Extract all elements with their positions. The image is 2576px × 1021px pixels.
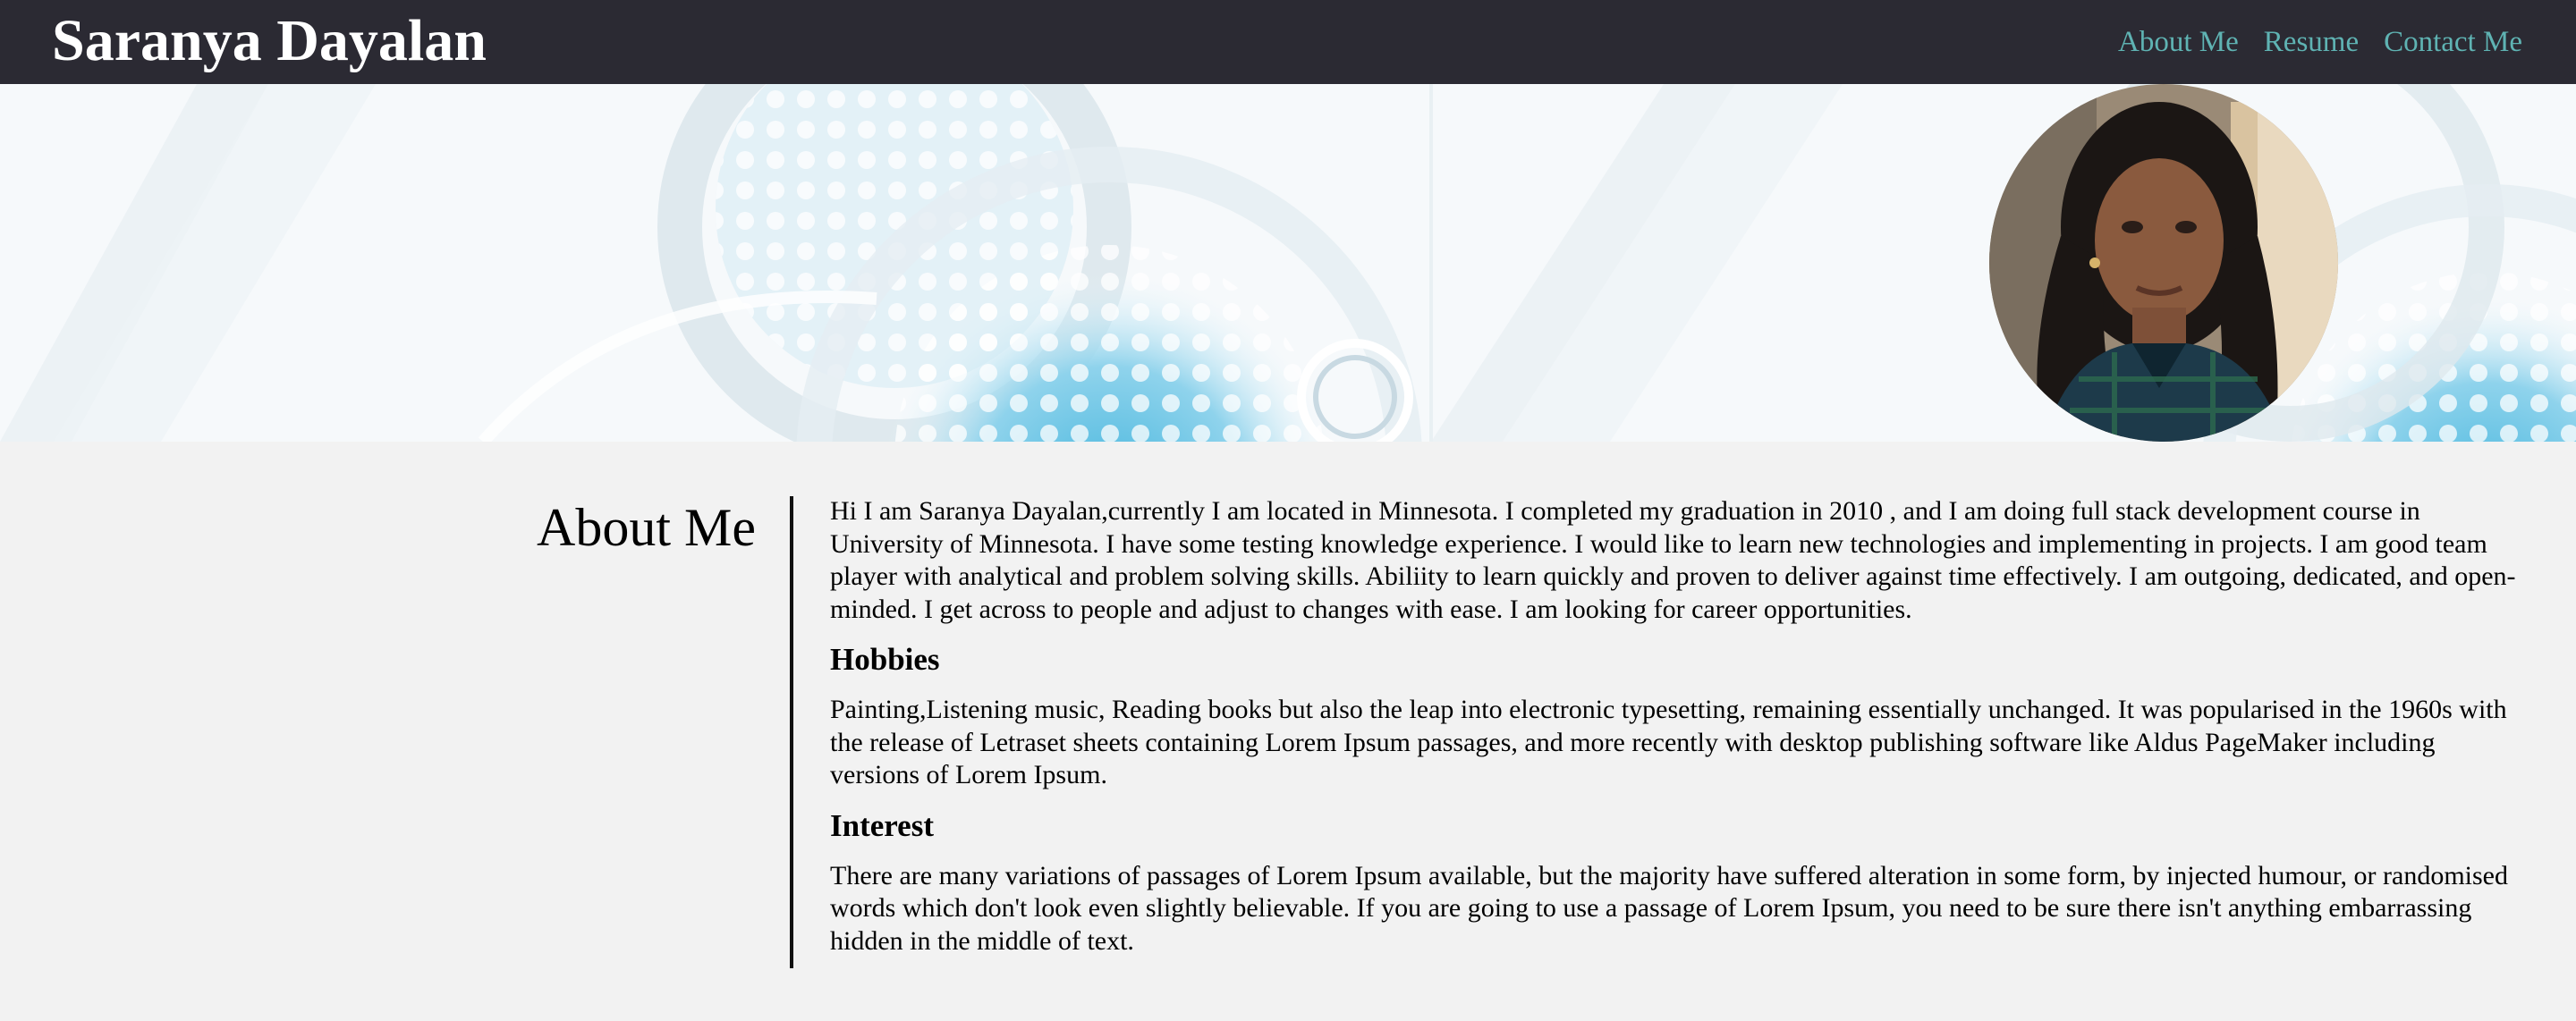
top-navbar: Saranya Dayalan About Me Resume Contact … bbox=[0, 0, 2576, 84]
hobbies-paragraph: Painting,Listening music, Reading books … bbox=[830, 695, 2507, 789]
nav-resume-link[interactable]: Resume bbox=[2264, 21, 2359, 63]
nav-contact-me-link[interactable]: Contact Me bbox=[2384, 21, 2522, 63]
hobbies-heading: Hobbies bbox=[830, 642, 940, 677]
intro-paragraph: Hi I am Saranya Dayalan,currently I am l… bbox=[830, 496, 2516, 624]
nav-about-me-link[interactable]: About Me bbox=[2118, 21, 2239, 63]
about-me-heading: About Me bbox=[537, 498, 756, 557]
about-content: Hi I am Saranya Dayalan,currently I am l… bbox=[830, 495, 2521, 958]
profile-photo bbox=[1989, 84, 2338, 442]
profile-photo-drawing bbox=[1989, 84, 2338, 442]
site-title[interactable]: Saranya Dayalan bbox=[52, 5, 487, 77]
interest-paragraph: There are many variations of passages of… bbox=[830, 860, 2508, 956]
vertical-divider bbox=[790, 496, 793, 968]
nav-links: About Me Resume Contact Me bbox=[2118, 21, 2522, 63]
interest-heading: Interest bbox=[830, 807, 934, 843]
